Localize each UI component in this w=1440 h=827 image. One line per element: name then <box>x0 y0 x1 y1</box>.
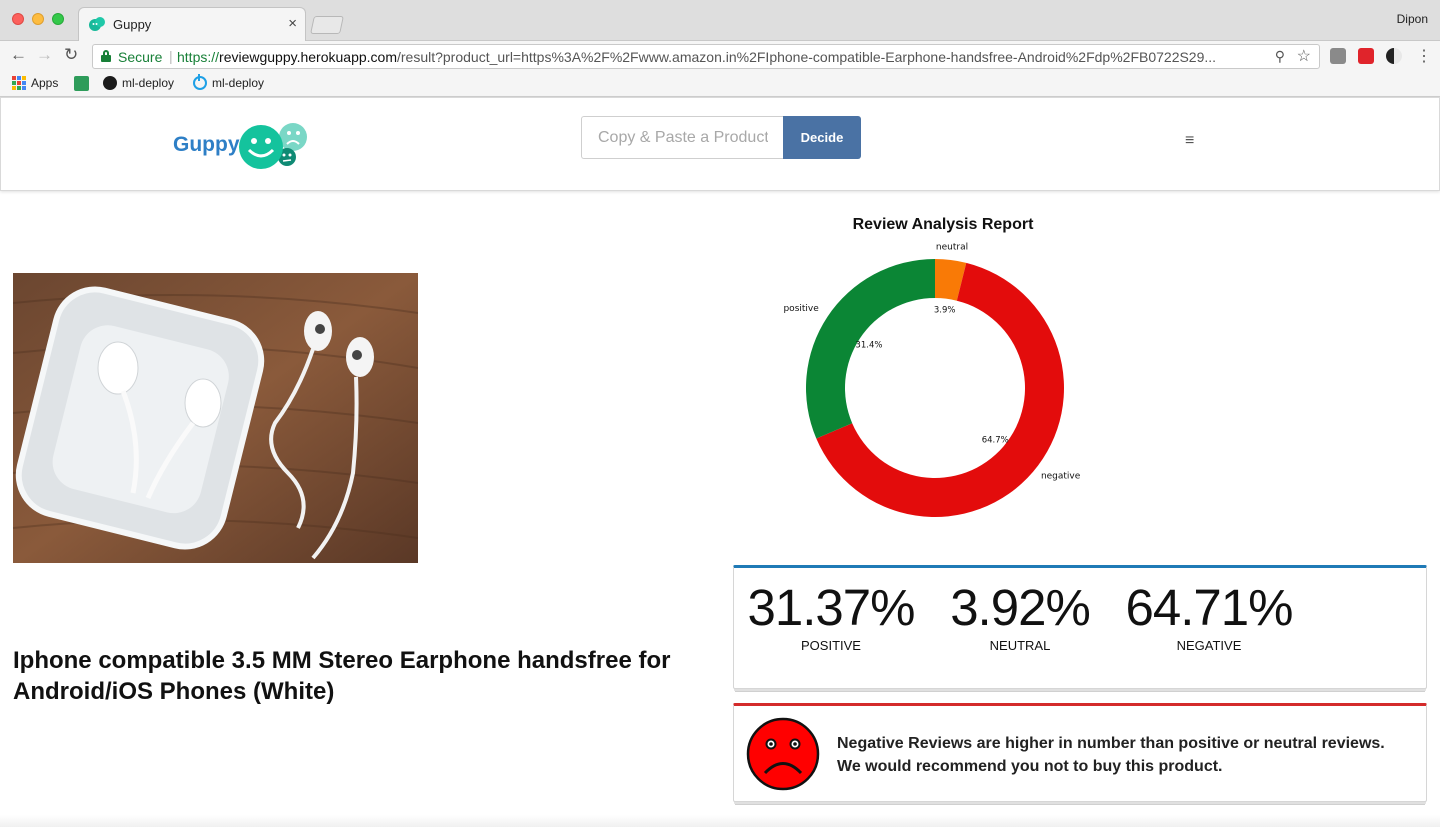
stat-value: 3.92% <box>950 579 1091 636</box>
browser-tab[interactable]: Guppy × <box>78 7 306 41</box>
stat-value: 64.71% <box>1125 579 1294 636</box>
new-tab-button[interactable] <box>310 16 344 34</box>
donut-category-label: neutral <box>936 243 968 253</box>
url-text[interactable]: https://reviewguppy.herokuapp.com/result… <box>177 49 1216 65</box>
negative-stat: 64.71% NEGATIVE <box>1124 579 1294 654</box>
stat-label: NEGATIVE <box>1176 638 1242 653</box>
donut-value-label: 3.9% <box>934 305 956 315</box>
bookmarks-bar: Apps ml-deploy ml-deploy <box>0 71 1440 97</box>
url-path: /result?product_url=https%3A%2F%2Fwww.am… <box>396 49 1217 65</box>
logo-text[interactable]: Guppy <box>173 133 240 157</box>
bookmark-extension[interactable] <box>74 76 89 91</box>
neutral-stat: 3.92% NEUTRAL <box>948 579 1092 654</box>
profile-name[interactable]: Dipon <box>1397 12 1428 26</box>
recommendation-text: Negative Reviews are higher in number th… <box>837 735 1385 775</box>
extension-icon[interactable] <box>1386 48 1402 64</box>
hamburger-menu-icon[interactable]: ≡ <box>1185 132 1194 150</box>
product-url-input[interactable] <box>581 116 784 159</box>
github-icon <box>103 76 117 90</box>
site-header: Guppy Decide ≡ <box>0 97 1440 191</box>
url-host: reviewguppy.herokuapp.com <box>219 49 397 65</box>
guppy-logo-icon[interactable] <box>237 120 309 170</box>
tab-title: Guppy <box>113 17 152 32</box>
decide-button[interactable]: Decide <box>783 116 861 159</box>
extension-bookmark-icon <box>74 76 89 91</box>
power-icon <box>193 74 207 90</box>
product-title: Iphone compatible 3.5 MM Stereo Earphone… <box>13 647 671 705</box>
forward-arrow-icon[interactable]: → <box>36 45 53 65</box>
address-bar[interactable]: Secure | https://reviewguppy.herokuapp.c… <box>92 44 1320 69</box>
product-image <box>13 273 418 563</box>
apps-grid-icon <box>12 76 26 90</box>
browser-tab-bar: Guppy × Dipon <box>0 0 1440 41</box>
lock-icon <box>101 50 111 62</box>
stat-value: 31.37% <box>747 579 916 636</box>
review-donut-chart: neutral 3.9% negative 64.7% positive 31.4% <box>783 243 1081 517</box>
back-arrow-icon[interactable]: ← <box>10 45 27 65</box>
stat-label: NEUTRAL <box>989 638 1051 653</box>
stat-label: POSITIVE <box>801 638 861 653</box>
secure-label: Secure <box>118 49 163 65</box>
url-separator: | <box>169 48 173 64</box>
bookmark-label: Apps <box>31 76 59 90</box>
bookmark-label: ml-deploy <box>212 76 265 90</box>
bookmark-ml-deploy[interactable]: ml-deploy <box>193 74 265 90</box>
zoom-icon[interactable]: ⚲ <box>1275 48 1285 65</box>
sad-face-icon <box>746 717 820 791</box>
extension-icon[interactable] <box>1330 48 1346 64</box>
bookmark-label: ml-deploy <box>122 76 175 90</box>
page-bottom-edge <box>0 815 1440 827</box>
report-title: Review Analysis Report <box>852 216 1034 233</box>
bookmark-apps[interactable]: Apps <box>12 76 58 90</box>
browser-toolbar: ← → ↻ Secure | https://reviewguppy.herok… <box>0 41 1440 71</box>
close-window-button[interactable] <box>12 13 24 25</box>
tab-close-icon[interactable]: × <box>288 15 297 32</box>
maximize-window-button[interactable] <box>52 13 64 25</box>
guppy-favicon-icon <box>89 17 105 31</box>
bookmark-star-icon[interactable]: ☆ <box>1297 46 1311 66</box>
reload-icon[interactable]: ↻ <box>64 45 78 65</box>
donut-value-label: 31.4% <box>855 340 882 350</box>
recommendation-panel: Negative Reviews are higher in number th… <box>733 703 1427 802</box>
bookmark-github-ml-deploy[interactable]: ml-deploy <box>103 76 174 90</box>
sentiment-stats-panel: 31.37% POSITIVE 3.92% NEUTRAL 64.71% NEG… <box>733 565 1427 689</box>
donut-category-label: negative <box>1041 471 1081 481</box>
donut-category-label: positive <box>783 304 819 314</box>
donut-value-label: 64.7% <box>982 435 1009 445</box>
minimize-window-button[interactable] <box>32 13 44 25</box>
positive-stat: 31.37% POSITIVE <box>746 579 916 654</box>
extension-icon[interactable] <box>1358 48 1374 64</box>
url-scheme: https:// <box>177 49 220 65</box>
browser-menu-icon[interactable]: ⋮ <box>1416 46 1432 66</box>
